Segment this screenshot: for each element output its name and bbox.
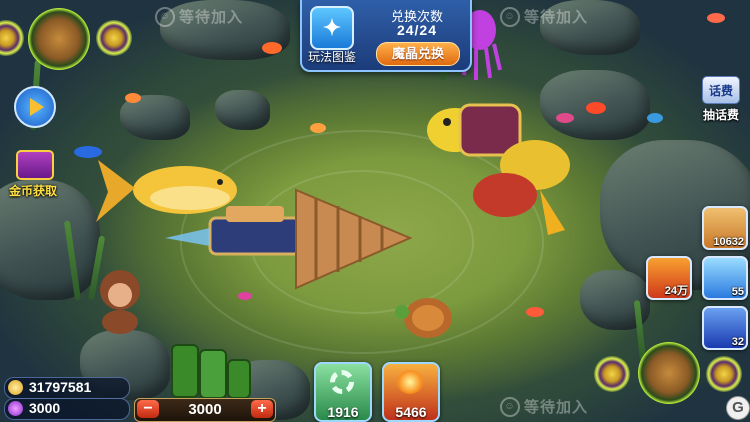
bet-plus-button[interactable]: + (251, 400, 273, 418)
phone-credit-card[interactable]: 话费 (702, 76, 740, 104)
seat-waiting-top-right: ☺ 等待加入 (500, 6, 588, 27)
bet-control: − 3000 + (134, 398, 276, 422)
gold-coin-icon (8, 380, 23, 395)
treasure-boss[interactable] (427, 103, 570, 235)
gear-item[interactable]: 1916 (314, 362, 372, 422)
skill-count: 24万 (664, 285, 688, 297)
speed-skill[interactable]: 32 (702, 306, 748, 350)
phone-credit-label[interactable]: 抽话费 (696, 106, 746, 123)
seat-icon: ☺ (500, 6, 520, 27)
monkey[interactable] (100, 270, 140, 334)
gem-value: 3000 (29, 400, 61, 416)
item-count: 1916 (327, 404, 359, 420)
item-count: 5466 (395, 404, 427, 420)
exchange-count: 24/24 (396, 22, 438, 38)
yellow-whale[interactable] (96, 160, 237, 222)
gem-icon (8, 401, 23, 416)
game-stage[interactable]: ☺ 等待加入 ☺ 等待加入 ☺ 等待加入 ✦ 玩法图鉴 兑换次数 24/24 魔… (0, 0, 750, 422)
gold-get-label[interactable]: 金币获取 (4, 182, 62, 199)
gear-icon (330, 370, 354, 394)
skill-count: 10632 (713, 236, 744, 248)
fire-skill[interactable]: 24万 (646, 256, 692, 300)
play-arrow-icon (30, 98, 44, 116)
seat-waiting-text: 等待加入 (179, 9, 244, 26)
player-cannon[interactable] (171, 344, 251, 399)
seat-waiting-text: 等待加入 (524, 9, 589, 26)
skill-count: 55 (731, 286, 744, 298)
gold-chest-icon[interactable] (16, 150, 54, 180)
fire-burst-item[interactable]: 5466 (382, 362, 440, 422)
seat-waiting-top-left: ☺ 等待加入 (155, 6, 243, 27)
seat-waiting-bottom-right: ☺ 等待加入 (500, 396, 588, 417)
opponent-turret (638, 342, 700, 404)
turtle[interactable] (395, 298, 452, 338)
turret-side-orb (96, 20, 132, 56)
phone-credit-title: 话费 (708, 84, 733, 98)
turret-side-orb (594, 356, 630, 392)
gem-balance: 3000 (4, 398, 130, 420)
turret-side-orb (706, 356, 742, 392)
seat-icon: ☺ (155, 6, 175, 27)
guide-label[interactable]: 玩法图鉴 (304, 48, 360, 65)
freeze-skill[interactable]: 55 (702, 256, 748, 300)
seat-icon: ☺ (500, 396, 520, 417)
skill-count: 32 (731, 336, 744, 348)
crystal-redeem-button[interactable]: 魔晶兑换 (376, 42, 460, 66)
exchange-panel: ✦ 玩法图鉴 兑换次数 24/24 魔晶兑换 (300, 0, 472, 72)
guide-book-icon[interactable]: ✦ (310, 6, 354, 50)
bet-value: 3000 (188, 401, 222, 418)
bet-minus-button[interactable]: − (137, 400, 159, 418)
opponent-turret (28, 8, 90, 70)
g-button[interactable]: G (726, 396, 750, 420)
gold-balance: 31797581 (4, 377, 130, 399)
seat-waiting-text: 等待加入 (524, 399, 589, 416)
gold-value: 31797581 (29, 379, 92, 395)
fire-burst-icon (396, 370, 424, 394)
lock-target-skill[interactable]: 10632 (702, 206, 748, 250)
expand-menu-button[interactable] (14, 86, 56, 128)
